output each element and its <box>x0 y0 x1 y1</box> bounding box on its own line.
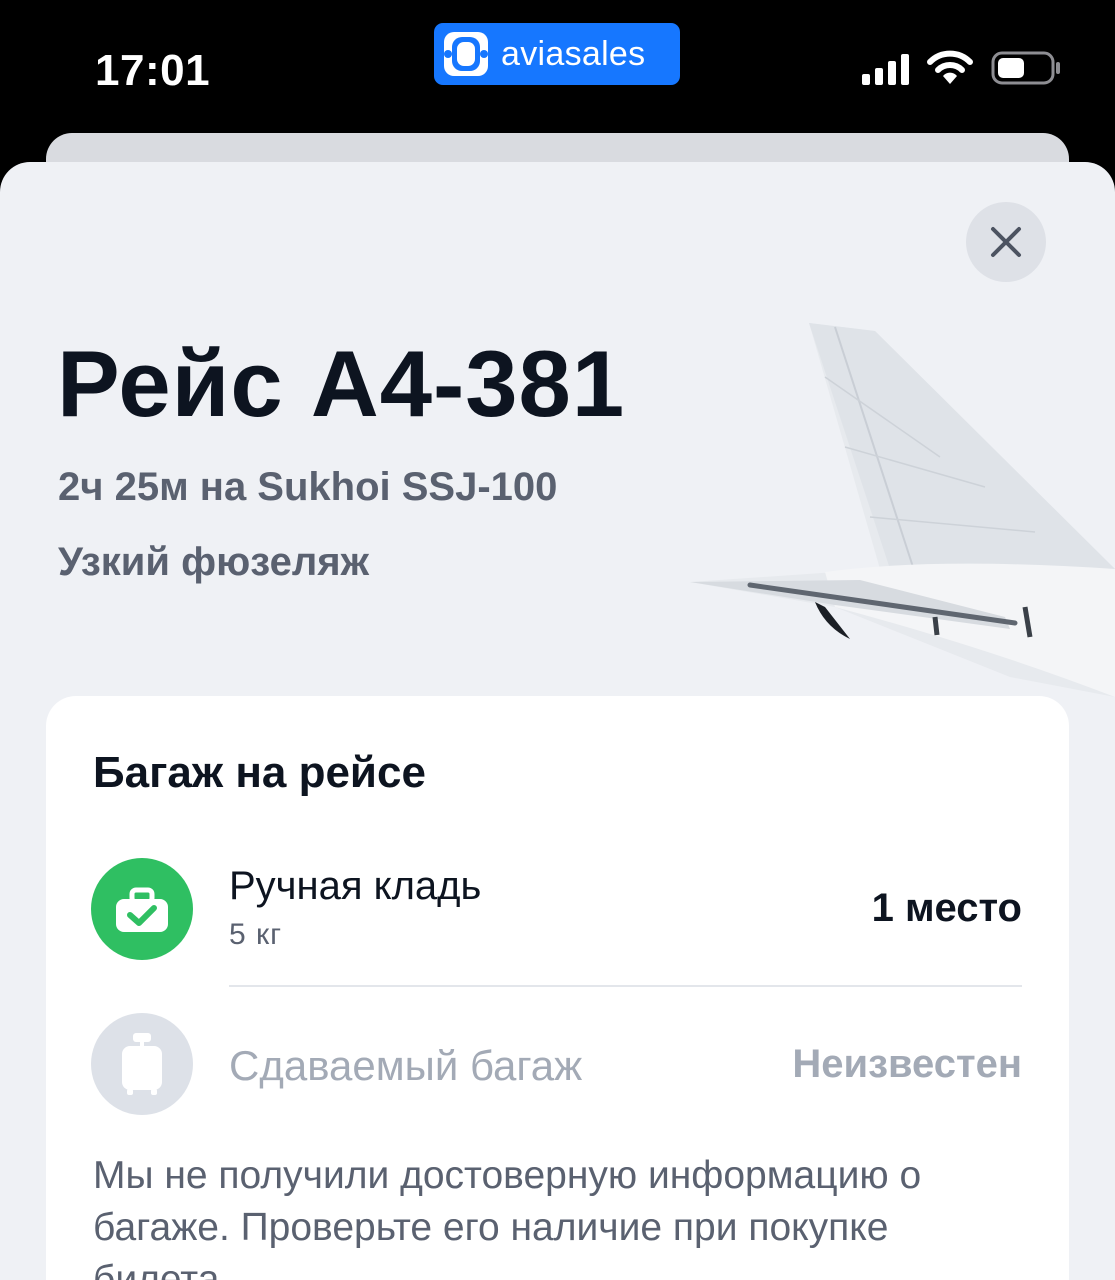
suitcase-icon <box>91 1013 193 1115</box>
battery-icon <box>991 51 1060 85</box>
aviasales-logo-icon <box>444 32 488 76</box>
flight-title: Рейс A4-381 <box>57 331 626 436</box>
close-button[interactable] <box>966 202 1046 282</box>
baggage-disclaimer: Мы не получили достоверную информацию о … <box>93 1154 922 1280</box>
hand-luggage-quantity: 1 место <box>871 886 1022 930</box>
baggage-card: Багаж на рейсе Ручная кладь 5 кг 1 место… <box>46 696 1069 1280</box>
fuselage-type: Узкий фюзеляж <box>58 540 369 584</box>
airplane-tail-image <box>690 323 1115 697</box>
status-icons <box>862 50 1063 86</box>
hand-luggage-weight: 5 кг <box>229 918 283 951</box>
wifi-icon <box>927 50 973 84</box>
clock: 17:01 <box>95 46 211 95</box>
checked-luggage-status: Неизвестен <box>792 1042 1022 1086</box>
carry-on-check-icon <box>91 858 193 960</box>
flight-duration-aircraft: 2ч 25м на Sukhoi SSJ-100 <box>58 465 558 509</box>
flight-details-sheet: Рейс A4-381 2ч 25м на Sukhoi SSJ-100 Узк… <box>0 162 1115 1280</box>
checked-luggage-label: Сдаваемый багаж <box>229 1042 583 1089</box>
brand-name: aviasales <box>501 34 646 73</box>
aviasales-app-pill[interactable]: aviasales <box>434 23 680 85</box>
close-icon <box>991 227 1021 257</box>
baggage-title: Багаж на рейсе <box>93 748 426 797</box>
cellular-signal-icon <box>862 51 909 85</box>
row-divider <box>229 985 1022 987</box>
status-bar: 17:01 aviasales <box>0 0 1115 135</box>
hand-luggage-label: Ручная кладь <box>229 864 482 908</box>
